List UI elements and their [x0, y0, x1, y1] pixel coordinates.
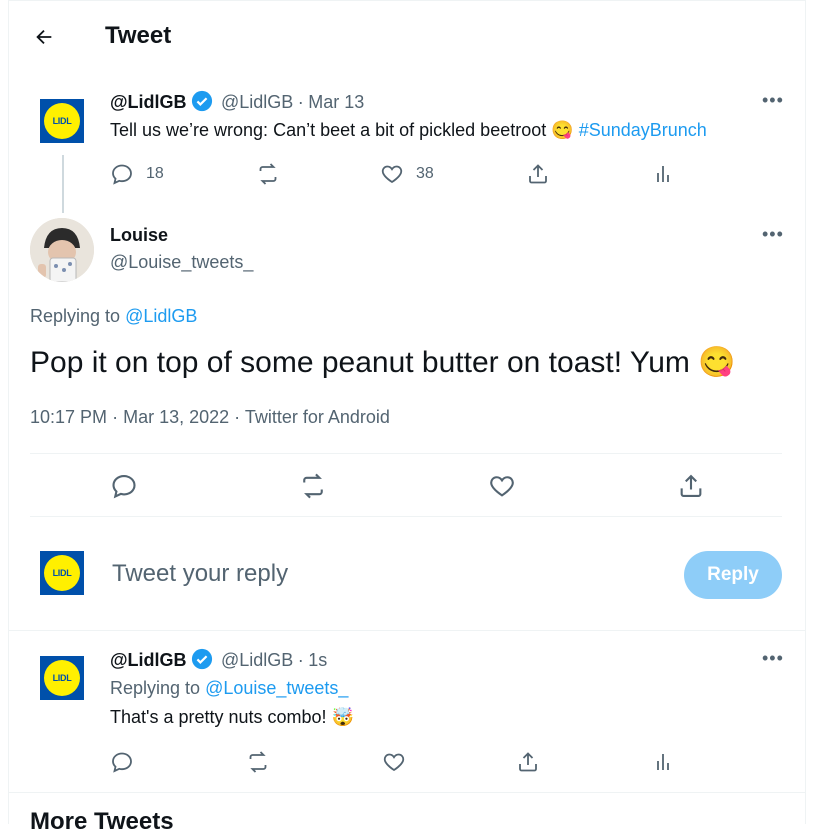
divider [8, 630, 806, 631]
share-action[interactable] [516, 750, 540, 774]
replying-to: Replying to @LidlGB [30, 306, 197, 327]
back-button[interactable] [30, 22, 58, 52]
lidl-avatar: LIDL [40, 551, 84, 595]
separator-dot: · [297, 650, 304, 670]
author-handle[interactable]: @Louise_tweets_ [110, 252, 253, 273]
lidl-avatar[interactable]: LIDL [40, 656, 84, 700]
divider [30, 516, 782, 517]
replying-to-link[interactable]: @LidlGB [125, 306, 197, 326]
heart-icon [383, 753, 405, 772]
verified-badge-icon [191, 90, 212, 112]
like-action[interactable] [382, 750, 406, 774]
divider [8, 792, 806, 793]
author-name[interactable]: Louise [110, 225, 168, 246]
parent-tweet-text: Tell us we’re wrong: Can’t beet a bit of… [110, 120, 707, 141]
replying-prefix: Replying to [110, 678, 201, 698]
emoji-yum: 😋 [551, 120, 574, 140]
heart-icon [490, 476, 514, 497]
tweet-date[interactable]: Mar 13, 2022 [123, 407, 229, 427]
lidl-logo-text: LIDL [44, 555, 80, 591]
share-icon [529, 164, 547, 184]
more-options-icon[interactable]: ••• [762, 224, 784, 245]
thread-connector [62, 155, 64, 213]
tweet-source[interactable]: Twitter for Android [245, 407, 390, 427]
reply-tweet-header: @LidlGB @LidlGB · 1s [110, 648, 327, 671]
analytics-icon [657, 754, 669, 770]
tweet-time[interactable]: 10:17 PM [30, 407, 107, 427]
louise-avatar[interactable] [30, 218, 94, 282]
reply-action[interactable]: 18 [110, 162, 164, 186]
profile-photo-icon [30, 218, 94, 282]
author-handle[interactable]: @LidlGB [221, 92, 293, 112]
retweet-icon [303, 473, 323, 499]
lidl-logo-text: LIDL [44, 660, 80, 696]
like-action[interactable] [488, 472, 516, 500]
parent-tweet-header: @LidlGB @LidlGB · Mar 13 [110, 90, 364, 113]
emoji-yum: 😋 [698, 346, 736, 379]
reply-input[interactable]: Tweet your reply [112, 560, 288, 588]
like-count: 38 [416, 165, 434, 182]
retweet-action[interactable] [246, 750, 270, 774]
more-options-icon[interactable]: ••• [762, 648, 784, 669]
share-action[interactable] [677, 472, 705, 500]
author-handle[interactable]: @LidlGB [221, 650, 293, 670]
separator-dot: · [297, 92, 304, 112]
tweet-time[interactable]: Mar 13 [308, 92, 364, 112]
retweet-icon [259, 163, 277, 185]
reply-icon [112, 475, 136, 499]
reply-count: 18 [146, 165, 164, 182]
verified-badge-icon [191, 648, 212, 670]
back-arrow-icon [36, 29, 52, 45]
main-tweet-text: Pop it on top of some peanut butter on t… [30, 345, 736, 380]
divider [30, 453, 782, 454]
tweet-body: That's a pretty nuts combo! [110, 707, 327, 727]
tweet-body: Pop it on top of some peanut butter on t… [30, 346, 690, 379]
analytics-action[interactable] [652, 162, 676, 186]
lidl-logo-text: LIDL [44, 103, 80, 139]
replying-to-link[interactable]: @Louise_tweets_ [205, 678, 348, 698]
hashtag-link[interactable]: #SundayBrunch [579, 120, 707, 140]
author-name[interactable]: @LidlGB [110, 92, 187, 112]
analytics-icon [657, 166, 669, 182]
share-icon [519, 752, 537, 772]
tweet-body: Tell us we’re wrong: Can’t beet a bit of… [110, 120, 547, 140]
reply-icon [112, 752, 132, 773]
replying-prefix: Replying to [30, 306, 121, 326]
retweet-icon [249, 751, 267, 773]
tweet-meta: 10:17 PM · Mar 13, 2022 · Twitter for An… [30, 407, 390, 428]
reply-action[interactable] [110, 472, 138, 500]
replying-to: Replying to @Louise_tweets_ [110, 678, 348, 699]
share-action[interactable] [526, 162, 550, 186]
author-name[interactable]: @LidlGB [110, 650, 187, 670]
meta-dot: · [234, 407, 241, 427]
emoji-mind-blown: 🤯 [331, 707, 354, 727]
page-title: Tweet [105, 22, 172, 49]
reply-action[interactable] [110, 750, 134, 774]
retweet-action[interactable] [256, 162, 280, 186]
heart-icon [381, 165, 403, 184]
reply-tweet-text: That's a pretty nuts combo! 🤯 [110, 707, 354, 728]
meta-dot: · [112, 407, 119, 427]
reply-icon [112, 164, 132, 185]
like-action[interactable]: 38 [380, 162, 434, 186]
retweet-action[interactable] [299, 472, 327, 500]
more-options-icon[interactable]: ••• [762, 90, 784, 111]
share-icon [680, 474, 702, 497]
tweet-time[interactable]: 1s [308, 650, 327, 670]
lidl-avatar[interactable]: LIDL [40, 99, 84, 143]
reply-button[interactable]: Reply [684, 551, 782, 599]
analytics-action[interactable] [652, 750, 676, 774]
more-tweets-heading: More Tweets [30, 808, 174, 835]
